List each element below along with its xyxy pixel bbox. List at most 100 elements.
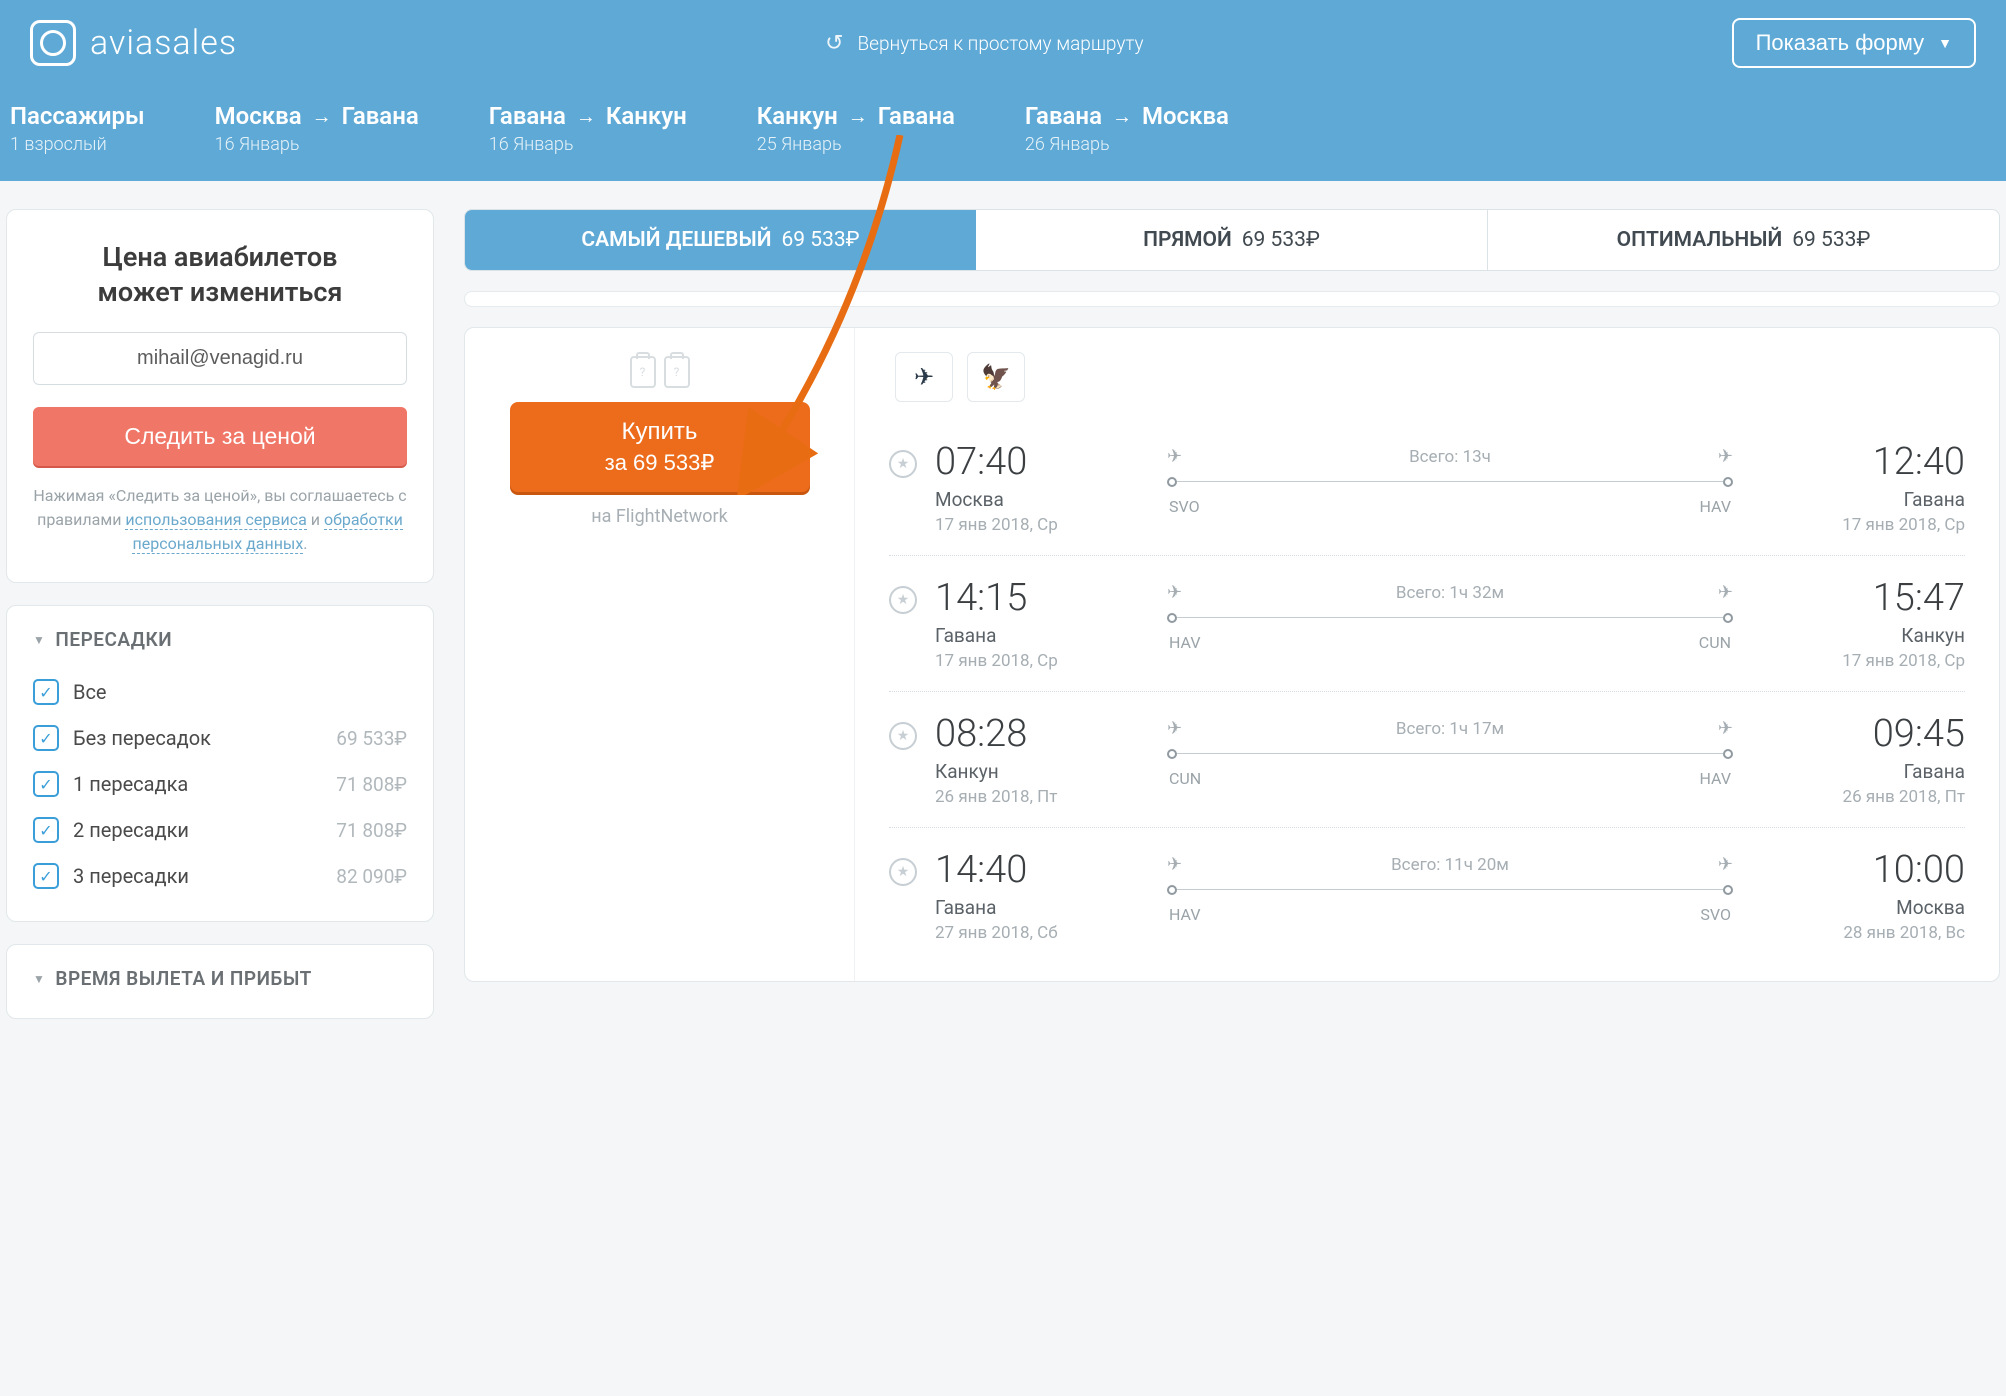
arr-time: 09:45 — [1873, 712, 1965, 756]
filter-row-all[interactable]: ✓ Все — [33, 669, 407, 715]
tab-price: 69 533₽ — [1242, 228, 1320, 252]
passengers-title: Пассажиры — [10, 102, 145, 130]
checked-bag-icon: ? — [664, 356, 690, 388]
triangle-down-icon: ▼ — [33, 633, 45, 647]
route-to: Москва — [1142, 102, 1229, 130]
duration: Всего: 11ч 20м — [1391, 855, 1509, 875]
tab-label: ПРЯМОЙ — [1143, 228, 1232, 252]
filter-price: 69 533₽ — [336, 727, 407, 750]
email-field[interactable] — [33, 332, 407, 385]
airline-logos: ✈ 🦅 — [895, 352, 1965, 402]
checkbox[interactable]: ✓ — [33, 679, 59, 705]
filter-row-3stops[interactable]: ✓ 3 пересадки 82 090₽ — [33, 853, 407, 899]
arr-city: Гавана — [1904, 488, 1965, 511]
arr-code: HAV — [1700, 769, 1732, 788]
legal-text: Нажимая «Следить за ценой», вы соглашает… — [33, 484, 407, 556]
filter-label: 3 пересадки — [73, 864, 189, 888]
plane-land-icon: ✈ — [1718, 446, 1733, 467]
terms-link[interactable]: использования сервиса — [125, 510, 306, 530]
departure-filter-toggle[interactable]: ▼ ВРЕМЯ ВЫЛЕТА И ПРИБЫТ — [33, 967, 407, 990]
route-to: Канкун — [606, 102, 687, 130]
brand-logo[interactable]: aviasales — [30, 20, 237, 66]
route-leg-3[interactable]: Канкун → Гавана 25 Январь — [757, 102, 955, 155]
dep-time: 08:28 — [935, 712, 1135, 756]
flight-segment: ★ 14:40 Гавана 27 янв 2018, Сб ✈ Всего: … — [889, 828, 1965, 963]
sort-tabs: САМЫЙ ДЕШЕВЫЙ 69 533₽ ПРЯМОЙ 69 533₽ ОПТ… — [464, 209, 2000, 271]
back-label: Вернуться к простому маршруту — [858, 32, 1144, 55]
filter-row-1stop[interactable]: ✓ 1 пересадка 71 808₽ — [33, 761, 407, 807]
flight-segment: ★ 08:28 Канкун 26 янв 2018, Пт ✈ Всего: … — [889, 692, 1965, 828]
route-leg-4[interactable]: Гавана → Москва 26 Январь — [1025, 102, 1229, 155]
dep-city: Москва — [935, 488, 1135, 511]
route-leg-2[interactable]: Гавана → Канкун 16 Январь — [489, 102, 687, 155]
filter-label: Все — [73, 680, 107, 704]
tab-label: САМЫЙ ДЕШЕВЫЙ — [581, 228, 771, 252]
route-from: Гавана — [489, 102, 566, 130]
arr-date: 17 янв 2018, Ср — [1842, 651, 1965, 671]
duration: Всего: 13ч — [1409, 447, 1491, 467]
dep-time: 14:15 — [935, 576, 1135, 620]
pin-icon[interactable]: ★ — [889, 858, 917, 886]
passengers-block[interactable]: Пассажиры 1 взрослый — [10, 102, 145, 155]
seller-label: на FlightNetwork — [591, 506, 728, 527]
transfers-title: ПЕРЕСАДКИ — [55, 628, 172, 651]
filter-row-direct[interactable]: ✓ Без пересадок 69 533₽ — [33, 715, 407, 761]
duration: Всего: 1ч 17м — [1396, 719, 1504, 739]
airline-logo: 🦅 — [967, 352, 1025, 402]
chevron-down-icon: ▼ — [1938, 35, 1952, 51]
route-from: Канкун — [757, 102, 838, 130]
pin-icon[interactable]: ★ — [889, 586, 917, 614]
filter-row-2stops[interactable]: ✓ 2 пересадки 71 808₽ — [33, 807, 407, 853]
checkbox[interactable]: ✓ — [33, 771, 59, 797]
plane-takeoff-icon: ✈ — [1167, 718, 1182, 739]
checkbox[interactable]: ✓ — [33, 863, 59, 889]
swap-icon: ↺ — [825, 31, 843, 56]
plane-land-icon: ✈ — [1718, 854, 1733, 875]
show-form-button[interactable]: Показать форму ▼ — [1732, 18, 1976, 68]
arr-city: Гавана — [1904, 760, 1965, 783]
tab-cheapest[interactable]: САМЫЙ ДЕШЕВЫЙ 69 533₽ — [465, 210, 976, 270]
transfers-filter-toggle[interactable]: ▼ ПЕРЕСАДКИ — [33, 628, 407, 651]
dep-code: HAV — [1169, 905, 1201, 924]
plane-takeoff-icon: ✈ — [1167, 582, 1182, 603]
tab-direct[interactable]: ПРЯМОЙ 69 533₽ — [976, 210, 1488, 270]
dep-date: 26 янв 2018, Пт — [935, 787, 1135, 807]
triangle-down-icon: ▼ — [33, 972, 45, 986]
duration: Всего: 1ч 32м — [1396, 583, 1504, 603]
route-date: 25 Январь — [757, 134, 955, 155]
plane-land-icon: ✈ — [1718, 718, 1733, 739]
route-from: Москва — [215, 102, 302, 130]
watch-price-button[interactable]: Следить за ценой — [33, 407, 407, 466]
buy-price: за 69 533₽ — [540, 448, 780, 478]
back-to-simple-route[interactable]: ↺ Вернуться к простому маршруту — [255, 31, 1713, 56]
dep-time: 14:40 — [935, 848, 1135, 892]
pin-icon[interactable]: ★ — [889, 450, 917, 478]
logo-icon — [30, 20, 76, 66]
arr-code: SVO — [1700, 905, 1731, 924]
price-watch-heading: Цена авиабилетов может измениться — [33, 240, 407, 310]
dep-code: HAV — [1169, 633, 1201, 652]
tab-optimal[interactable]: ОПТИМАЛЬНЫЙ 69 533₽ — [1488, 210, 1999, 270]
pin-icon[interactable]: ★ — [889, 722, 917, 750]
filter-price: 71 808₽ — [336, 819, 407, 842]
checkbox[interactable]: ✓ — [33, 817, 59, 843]
route-date: 26 Январь — [1025, 134, 1229, 155]
route-to: Гавана — [878, 102, 955, 130]
flight-segment: ★ 14:15 Гавана 17 янв 2018, Ср ✈ Всего: … — [889, 556, 1965, 692]
arr-date: 26 янв 2018, Пт — [1843, 787, 1965, 807]
flight-segment: ★ 07:40 Москва 17 янв 2018, Ср ✈ Всего: … — [889, 420, 1965, 556]
arrow-right-icon: → — [848, 104, 868, 129]
price-watch-card: Цена авиабилетов может измениться Следит… — [6, 209, 434, 583]
arr-city: Москва — [1896, 896, 1965, 919]
route-date: 16 Январь — [215, 134, 419, 155]
tab-price: 69 533₽ — [781, 228, 859, 252]
arr-time: 15:47 — [1873, 576, 1965, 620]
tab-label: ОПТИМАЛЬНЫЙ — [1617, 228, 1783, 252]
filter-price: 71 808₽ — [336, 773, 407, 796]
buy-button[interactable]: Купить за 69 533₽ — [510, 402, 810, 492]
arr-code: CUN — [1699, 633, 1731, 652]
route-from: Гавана — [1025, 102, 1102, 130]
arr-code: HAV — [1700, 497, 1732, 516]
checkbox[interactable]: ✓ — [33, 725, 59, 751]
route-leg-1[interactable]: Москва → Гавана 16 Январь — [215, 102, 419, 155]
